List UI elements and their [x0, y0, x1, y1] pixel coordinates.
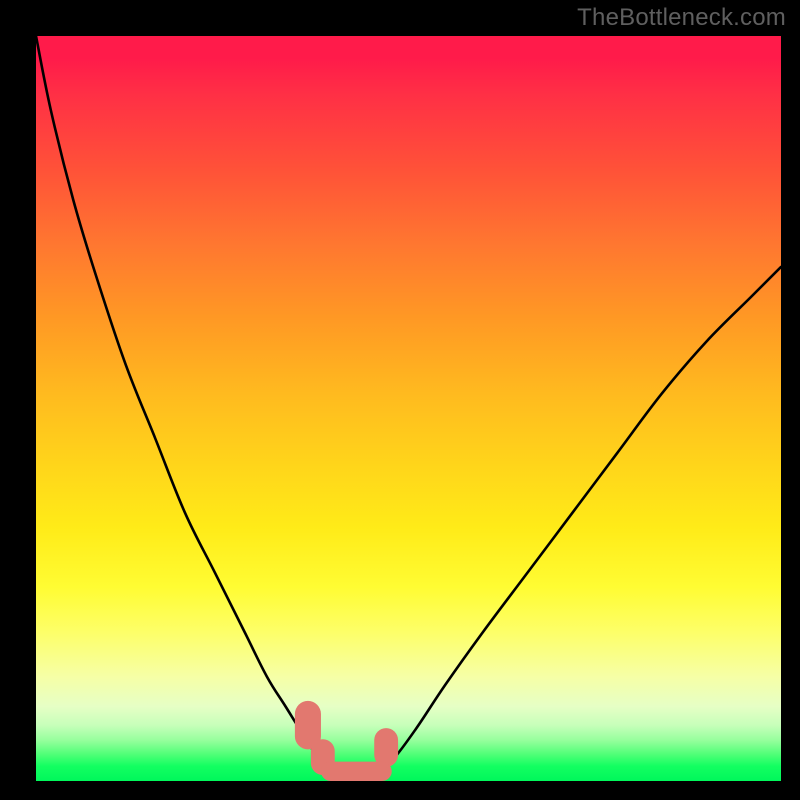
- right-marker: [374, 728, 398, 767]
- watermark-text: TheBottleneck.com: [577, 4, 786, 32]
- plot-area: [36, 36, 781, 781]
- series-left-curve: [36, 36, 334, 770]
- curves-layer: [36, 36, 781, 781]
- series-right-curve: [379, 267, 781, 770]
- floor-marker: [321, 762, 392, 781]
- chart-frame: TheBottleneck.com: [0, 0, 800, 800]
